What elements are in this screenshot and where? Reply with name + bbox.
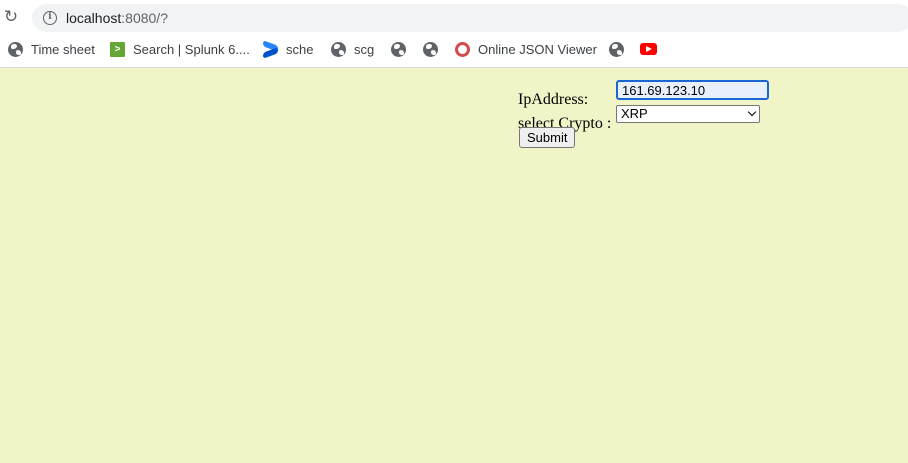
bookmark-globe-1[interactable] — [391, 38, 414, 60]
page-content: IpAddress: select Crypto : XRP Submit — [0, 68, 908, 463]
url-text[interactable]: localhost:8080/? — [66, 10, 168, 26]
info-icon[interactable]: i — [43, 11, 57, 25]
bookmarks-bar: Time sheet > Search | Splunk 6.... sche … — [0, 38, 908, 60]
globe-icon — [609, 41, 624, 57]
splunk-icon: > — [110, 41, 125, 57]
crypto-selected-value: XRP — [621, 106, 648, 121]
crypto-select[interactable]: XRP — [616, 105, 760, 123]
bookmark-globe-2[interactable] — [423, 38, 446, 60]
confluence-icon — [263, 42, 278, 57]
globe-icon — [423, 41, 438, 57]
json-viewer-icon — [455, 41, 470, 57]
ip-address-label: IpAddress: — [518, 91, 589, 108]
browser-chrome: ↻ i localhost:8080/? Time sheet > Search… — [0, 0, 908, 68]
bookmark-splunk-search[interactable]: > Search | Splunk 6.... — [110, 38, 250, 60]
bookmark-scg[interactable]: scg — [331, 38, 374, 60]
submit-button[interactable]: Submit — [519, 127, 576, 148]
bookmark-label: Online JSON Viewer — [478, 41, 597, 57]
address-bar[interactable]: i localhost:8080/? — [32, 4, 908, 32]
reload-icon[interactable]: ↻ — [2, 7, 20, 27]
bookmark-online-json-viewer[interactable]: Online JSON Viewer — [455, 38, 597, 60]
globe-icon — [8, 41, 23, 57]
bookmark-globe-3[interactable] — [609, 38, 632, 60]
youtube-icon — [640, 43, 657, 55]
bookmark-label: Search | Splunk 6.... — [133, 41, 250, 57]
ip-address-input[interactable] — [616, 80, 769, 100]
bookmark-label: scg — [354, 41, 375, 57]
chevron-down-icon — [747, 107, 757, 117]
bookmark-youtube[interactable] — [640, 38, 657, 60]
bookmark-sche[interactable]: sche — [263, 38, 313, 60]
bookmark-time-sheet[interactable]: Time sheet — [8, 38, 95, 60]
bookmark-label: Time sheet — [31, 41, 95, 57]
globe-icon — [391, 41, 406, 57]
globe-icon — [331, 41, 346, 57]
bookmark-label: sche — [286, 41, 314, 57]
